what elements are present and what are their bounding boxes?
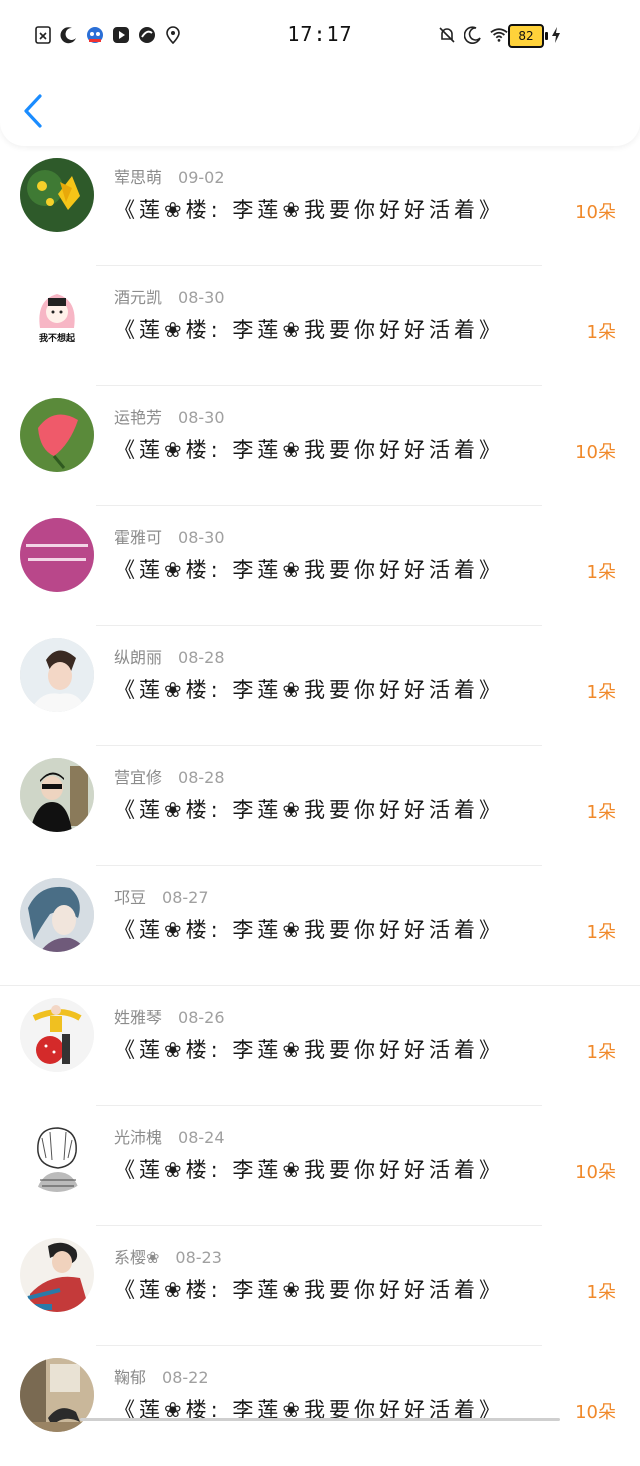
- user-name: 姓雅琴: [114, 1008, 163, 1027]
- item-date: 08-28: [178, 768, 225, 787]
- list-item[interactable]: 我不想起 酒元凯 08-30 《莲❀楼: 李莲❀我要你好好活着》 1朵: [0, 266, 640, 386]
- user-name: 营宜修: [114, 768, 163, 787]
- battery-icon: 82: [508, 24, 548, 48]
- item-title: 《莲❀楼: 李莲❀我要你好好活着》: [114, 798, 504, 822]
- list-item[interactable]: 荤思萌 09-02 《莲❀楼: 李莲❀我要你好好活着》 10朵: [0, 146, 640, 266]
- status-time: 17:17: [287, 22, 353, 46]
- item-title: 《莲❀楼: 李莲❀我要你好好活着》: [114, 438, 504, 462]
- item-title: 《莲❀楼: 李莲❀我要你好好活着》: [114, 678, 504, 702]
- gift-list: 荤思萌 09-02 《莲❀楼: 李莲❀我要你好好活着》 10朵 我不想起 酒元凯 0…: [0, 146, 640, 1466]
- user-name: 酒元凯: [114, 288, 163, 307]
- item-title: 《莲❀楼: 李莲❀我要你好好活着》: [114, 318, 504, 342]
- avatar[interactable]: [20, 398, 94, 472]
- flower-count: 10朵: [575, 202, 616, 223]
- avatar[interactable]: [20, 638, 94, 712]
- user-name: 霍雅可: [114, 528, 163, 547]
- flower-count: 10朵: [575, 1162, 616, 1183]
- list-item[interactable]: 姓雅琴 08-26 《莲❀楼: 李莲❀我要你好好活着》 1朵: [0, 986, 640, 1106]
- item-meta: 霍雅可 08-30: [114, 524, 225, 548]
- chevron-left-icon: [20, 94, 48, 134]
- avatar[interactable]: [20, 1118, 94, 1192]
- avatar[interactable]: [20, 758, 94, 832]
- user-name: 邛豆: [114, 888, 147, 907]
- item-meta: 纵朗丽 08-28: [114, 644, 225, 668]
- item-title: 《莲❀楼: 李莲❀我要你好好活着》: [114, 198, 504, 222]
- item-date: 08-30: [178, 408, 225, 427]
- list-item[interactable]: 光沛槐 08-24 《莲❀楼: 李莲❀我要你好好活着》 10朵: [0, 1106, 640, 1226]
- flower-count: 1朵: [586, 1282, 616, 1303]
- item-meta: 荤思萌 09-02: [114, 164, 225, 188]
- flower-count: 1朵: [586, 682, 616, 703]
- status-right-icons: [438, 26, 508, 44]
- item-title: 《莲❀楼: 李莲❀我要你好好活着》: [114, 918, 504, 942]
- avatar[interactable]: [20, 998, 94, 1072]
- item-date: 08-30: [178, 528, 225, 547]
- flower-count: 1朵: [586, 922, 616, 943]
- item-meta: 系樱❀ 08-23: [114, 1244, 222, 1268]
- item-date: 08-23: [175, 1248, 222, 1267]
- flower-count: 1朵: [586, 562, 616, 583]
- avatar[interactable]: 我不想起: [20, 278, 94, 352]
- item-meta: 鞠郁 08-22: [114, 1364, 209, 1388]
- item-date: 08-24: [178, 1128, 225, 1147]
- item-meta: 营宜修 08-28: [114, 764, 225, 788]
- avatar[interactable]: [20, 878, 94, 952]
- user-name: 鞠郁: [114, 1368, 147, 1387]
- item-meta: 运艳芳 08-30: [114, 404, 225, 428]
- top-bar: 17:17 82: [0, 0, 640, 146]
- item-date: 08-27: [162, 888, 209, 907]
- flower-count: 10朵: [575, 442, 616, 463]
- avatar[interactable]: [20, 518, 94, 592]
- item-date: 08-22: [162, 1368, 209, 1387]
- flower-count: 1朵: [586, 1042, 616, 1063]
- list-item[interactable]: 霍雅可 08-30 《莲❀楼: 李莲❀我要你好好活着》 1朵: [0, 506, 640, 626]
- item-title: 《莲❀楼: 李莲❀我要你好好活着》: [114, 558, 504, 582]
- item-meta: 光沛槐 08-24: [114, 1124, 225, 1148]
- list-item[interactable]: 邛豆 08-27 《莲❀楼: 李莲❀我要你好好活着》 1朵: [0, 866, 640, 986]
- item-title: 《莲❀楼: 李莲❀我要你好好活着》: [114, 1158, 504, 1182]
- item-date: 08-28: [178, 648, 225, 667]
- item-meta: 邛豆 08-27: [114, 884, 209, 908]
- user-name: 系樱❀: [114, 1248, 160, 1267]
- avatar-caption: 我不想起: [38, 334, 75, 344]
- moon-icon: [464, 26, 482, 44]
- item-date: 08-26: [178, 1008, 225, 1027]
- item-meta: 姓雅琴 08-26: [114, 1004, 225, 1028]
- bell-off-icon: [438, 26, 456, 44]
- flower-count: 1朵: [586, 802, 616, 823]
- list-item[interactable]: 运艳芳 08-30 《莲❀楼: 李莲❀我要你好好活着》 10朵: [0, 386, 640, 506]
- item-date: 08-30: [178, 288, 225, 307]
- item-title: 《莲❀楼: 李莲❀我要你好好活着》: [114, 1038, 504, 1062]
- status-bar: 17:17 82: [0, 0, 640, 72]
- item-date: 09-02: [178, 168, 225, 187]
- avatar[interactable]: [20, 158, 94, 232]
- scroll-indicator: [80, 1418, 560, 1421]
- user-name: 运艳芳: [114, 408, 163, 427]
- flower-count: 10朵: [575, 1402, 616, 1423]
- list-item[interactable]: 鞠郁 08-22 《莲❀楼: 李莲❀我要你好好活着》 10朵: [0, 1346, 640, 1466]
- charging-icon: [550, 26, 562, 48]
- user-name: 光沛槐: [114, 1128, 163, 1147]
- flower-count: 1朵: [586, 322, 616, 343]
- user-name: 纵朗丽: [114, 648, 163, 667]
- battery-level: 82: [518, 29, 534, 43]
- wifi-icon: [490, 26, 508, 44]
- item-title: 《莲❀楼: 李莲❀我要你好好活着》: [114, 1278, 504, 1302]
- list-item[interactable]: 系樱❀ 08-23 《莲❀楼: 李莲❀我要你好好活着》 1朵: [0, 1226, 640, 1346]
- list-item[interactable]: 营宜修 08-28 《莲❀楼: 李莲❀我要你好好活着》 1朵: [0, 746, 640, 866]
- user-name: 荤思萌: [114, 168, 163, 187]
- list-item[interactable]: 纵朗丽 08-28 《莲❀楼: 李莲❀我要你好好活着》 1朵: [0, 626, 640, 746]
- item-meta: 酒元凯 08-30: [114, 284, 225, 308]
- avatar[interactable]: [20, 1238, 94, 1312]
- back-button[interactable]: [20, 92, 50, 130]
